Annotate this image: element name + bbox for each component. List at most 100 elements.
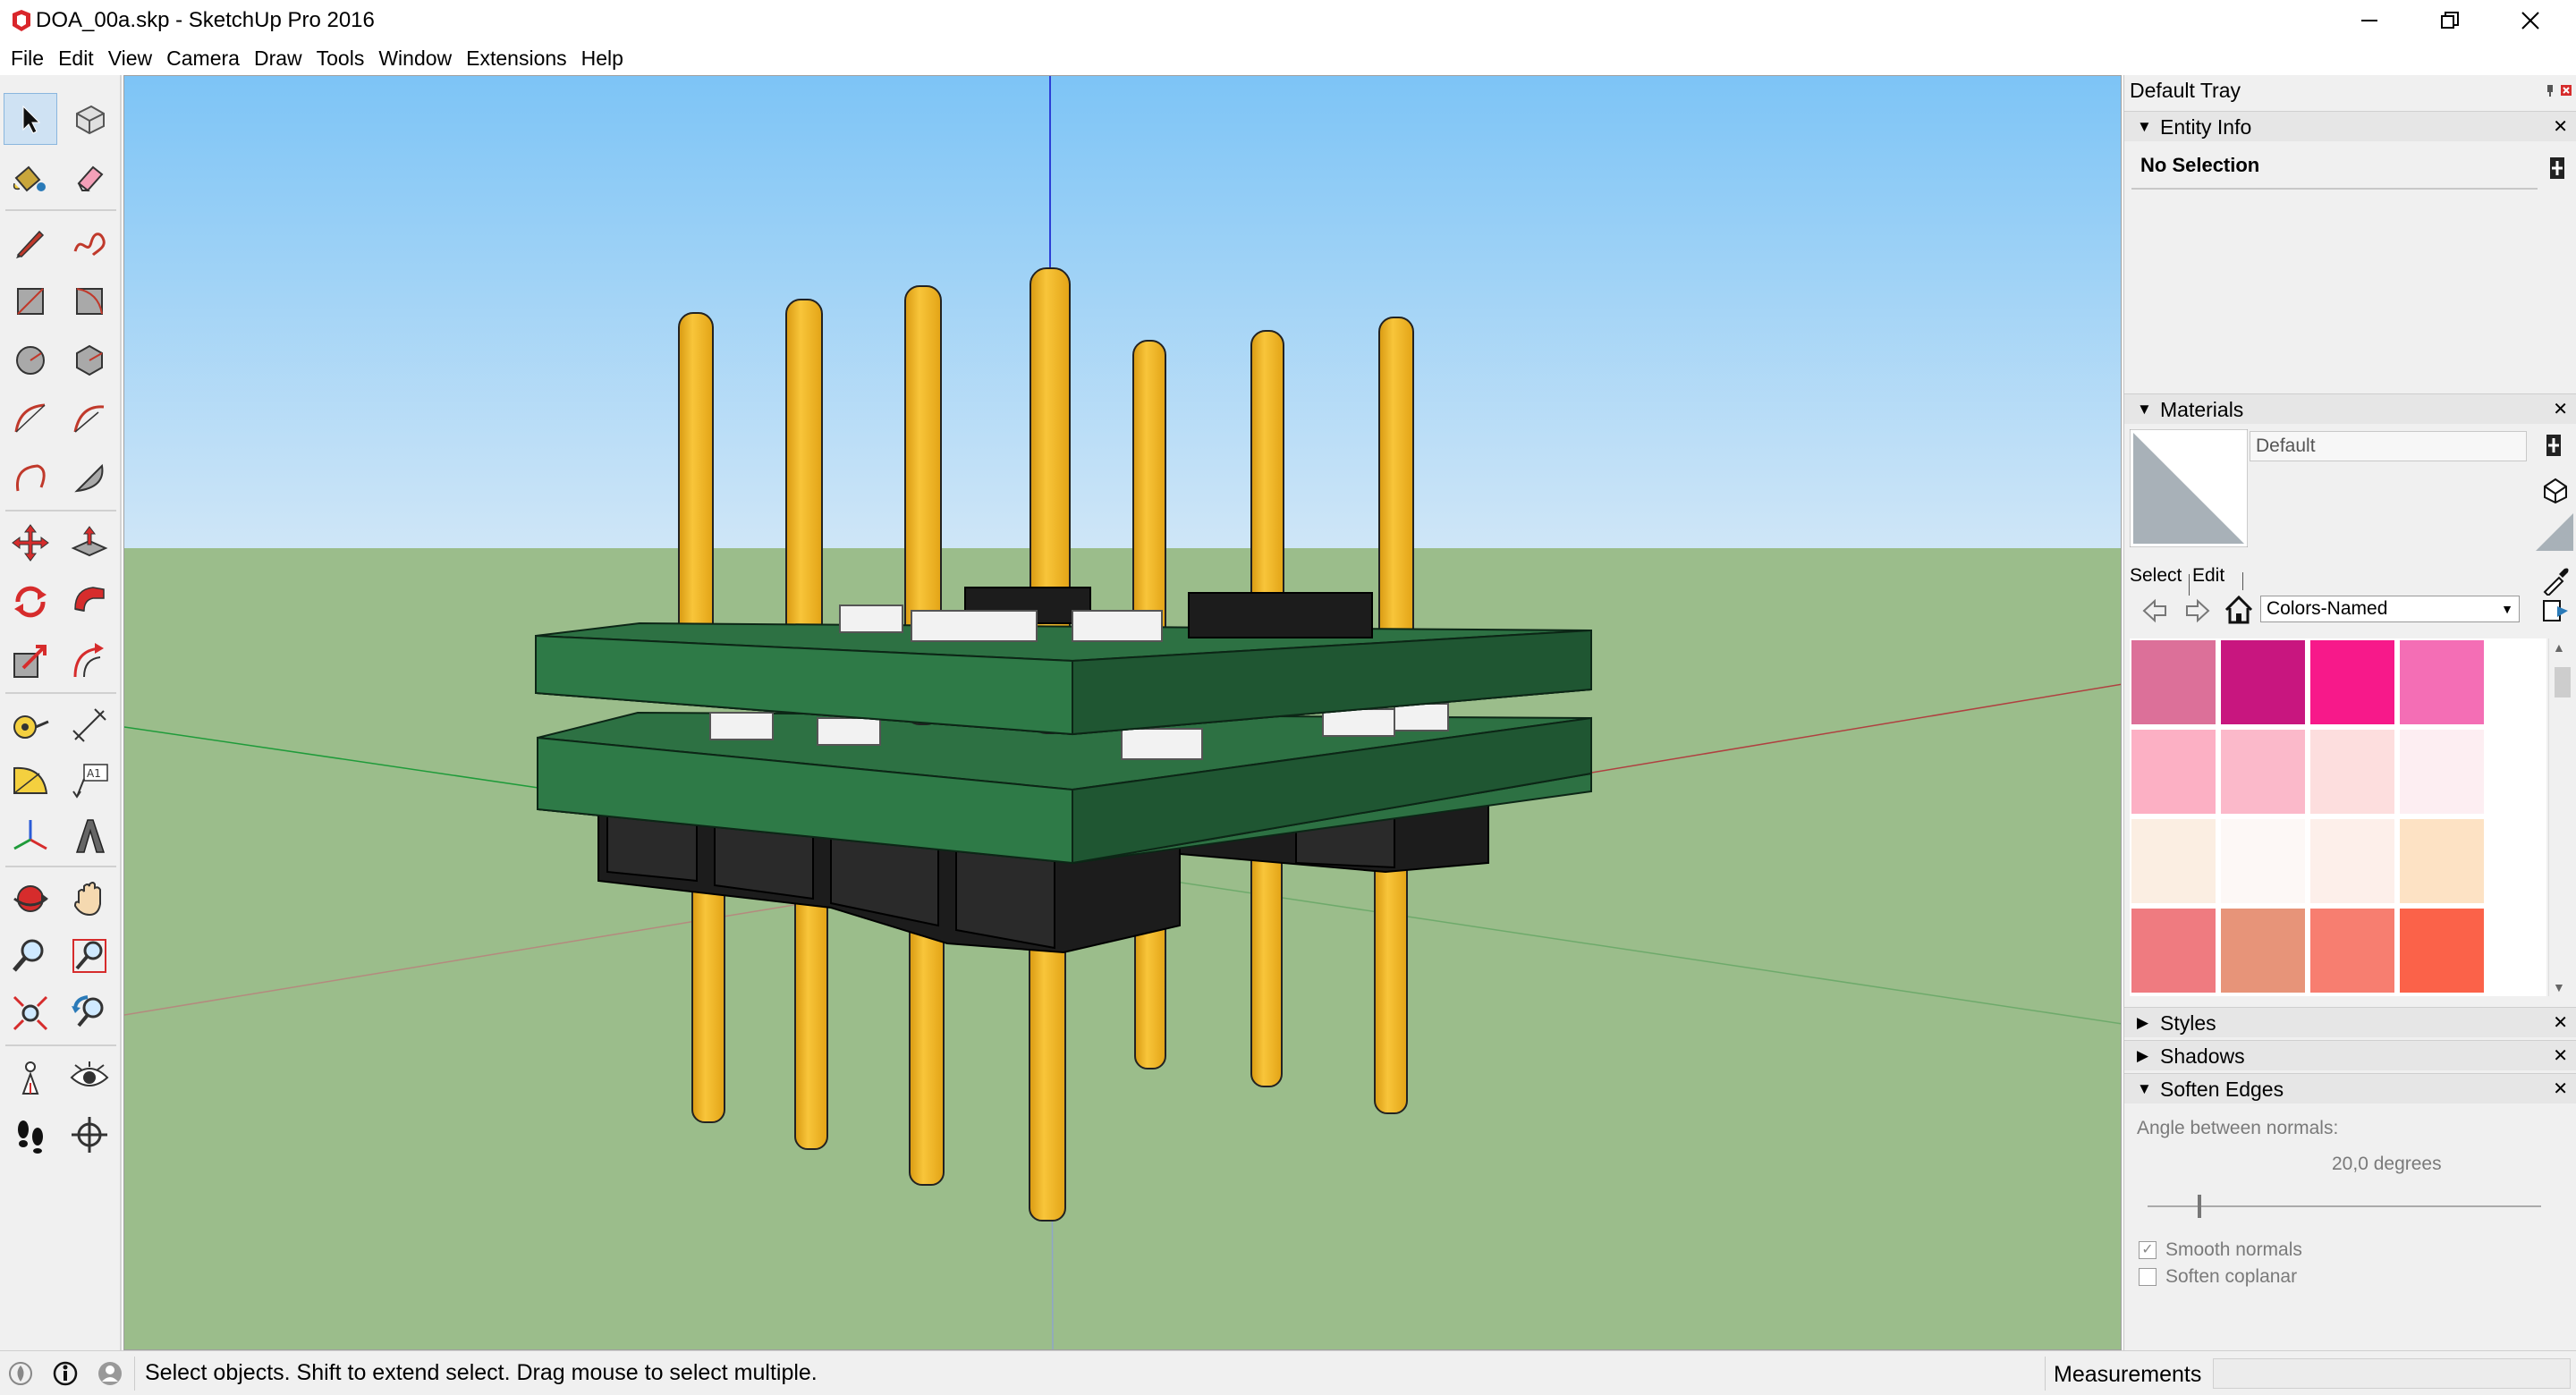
axes-tool-button[interactable]	[4, 810, 57, 862]
material-name-input[interactable]	[2250, 431, 2527, 461]
styles-panel-header[interactable]: ▶ Styles ✕	[2124, 1007, 2576, 1037]
close-panel-icon[interactable]: ✕	[2553, 394, 2568, 425]
soften-edges-panel-header[interactable]: ▼ Soften Edges ✕	[2124, 1073, 2576, 1103]
tape-measure-tool-button[interactable]	[4, 699, 57, 751]
position-camera-tool-button[interactable]	[4, 1052, 57, 1103]
walk-tool-button[interactable]	[4, 1109, 57, 1161]
material-library-select[interactable]: Colors-Named ▼	[2260, 596, 2520, 622]
orbit-tool-button[interactable]	[4, 873, 57, 925]
component-tool-button[interactable]	[63, 93, 116, 145]
eraser-tool-button[interactable]	[63, 152, 116, 204]
materials-panel-header[interactable]: ▼ Materials ✕	[2124, 393, 2576, 424]
angle-slider-handle[interactable]	[2198, 1195, 2201, 1218]
material-swatch[interactable]	[2131, 640, 2216, 724]
material-swatch[interactable]	[2310, 819, 2394, 903]
material-swatch[interactable]	[2131, 730, 2216, 814]
two-point-arc-tool-button[interactable]	[63, 393, 116, 445]
swatch-scrollbar[interactable]: ▲ ▼	[2548, 638, 2575, 996]
sample-paint-icon[interactable]	[2541, 476, 2570, 504]
back-arrow-icon[interactable]	[2142, 597, 2169, 624]
measurements-input[interactable]	[2213, 1358, 2571, 1389]
previous-view-tool-button[interactable]	[63, 987, 116, 1039]
pin-icon[interactable]	[2545, 84, 2555, 97]
material-swatch[interactable]	[2400, 730, 2484, 814]
menu-help[interactable]: Help	[574, 43, 631, 73]
smooth-normals-checkbox[interactable]: ✓	[2139, 1241, 2157, 1259]
scroll-up-icon[interactable]: ▲	[2553, 640, 2565, 655]
follow-me-tool-button[interactable]	[63, 576, 116, 628]
push-pull-tool-button[interactable]	[63, 517, 116, 569]
scroll-thumb[interactable]	[2555, 667, 2571, 698]
menu-view[interactable]: View	[101, 43, 159, 73]
restore-button[interactable]	[2410, 0, 2490, 41]
material-swatch[interactable]	[2400, 909, 2484, 993]
text-tool-button[interactable]: A1	[63, 755, 116, 807]
scroll-down-icon[interactable]: ▼	[2553, 980, 2565, 994]
polygon-tool-button[interactable]	[63, 334, 116, 386]
material-swatch[interactable]	[2221, 819, 2305, 903]
zoom-window-tool-button[interactable]	[63, 930, 116, 982]
close-button[interactable]	[2490, 0, 2571, 41]
select-tool-button[interactable]	[4, 93, 57, 145]
offset-tool-button[interactable]	[63, 635, 116, 687]
scale-tool-button[interactable]	[4, 635, 57, 687]
material-swatch[interactable]	[2221, 909, 2305, 993]
material-swatch[interactable]	[2131, 909, 2216, 993]
shadows-panel-header[interactable]: ▶ Shadows ✕	[2124, 1040, 2576, 1070]
move-tool-button[interactable]	[4, 517, 57, 569]
forward-arrow-icon[interactable]	[2183, 597, 2210, 624]
protractor-tool-button[interactable]	[4, 755, 57, 807]
paint-bucket-tool-button[interactable]	[4, 152, 57, 204]
material-swatch[interactable]	[2400, 819, 2484, 903]
dimension-tool-button[interactable]	[63, 699, 116, 751]
home-icon[interactable]	[2223, 594, 2255, 626]
menu-tools[interactable]: Tools	[309, 43, 372, 73]
material-swatch[interactable]	[2221, 730, 2305, 814]
geo-location-icon[interactable]	[7, 1360, 34, 1387]
menu-extensions[interactable]: Extensions	[459, 43, 574, 73]
rotated-rectangle-tool-button[interactable]	[63, 275, 116, 327]
pan-tool-button[interactable]	[63, 873, 116, 925]
close-panel-icon[interactable]: ✕	[2553, 1041, 2568, 1071]
rectangle-tool-button[interactable]	[4, 275, 57, 327]
material-swatch[interactable]	[2221, 640, 2305, 724]
look-around-tool-button[interactable]	[63, 1052, 116, 1103]
pie-tool-button[interactable]	[63, 452, 116, 504]
model-scene[interactable]	[124, 76, 2122, 1350]
freehand-tool-button[interactable]	[63, 216, 116, 268]
tray-close-icon[interactable]	[2561, 84, 2572, 97]
material-swatch[interactable]	[2131, 819, 2216, 903]
eyedropper-icon[interactable]	[2541, 565, 2572, 596]
3d-text-tool-button[interactable]	[63, 810, 116, 862]
create-material-icon[interactable]	[2543, 433, 2564, 458]
close-panel-icon[interactable]: ✕	[2553, 1074, 2568, 1104]
circle-tool-button[interactable]	[4, 334, 57, 386]
user-account-icon[interactable]	[97, 1360, 123, 1387]
section-plane-tool-button[interactable]	[63, 1109, 116, 1161]
menu-draw[interactable]: Draw	[247, 43, 309, 73]
menu-window[interactable]: Window	[371, 43, 459, 73]
angle-slider-track[interactable]	[2148, 1205, 2541, 1207]
minimize-button[interactable]	[2329, 0, 2410, 41]
zoom-tool-button[interactable]	[4, 930, 57, 982]
close-panel-icon[interactable]: ✕	[2553, 1008, 2568, 1038]
material-swatch[interactable]	[2310, 909, 2394, 993]
menu-edit[interactable]: Edit	[51, 43, 101, 73]
zoom-extents-tool-button[interactable]	[4, 987, 57, 1039]
soften-coplanar-checkbox[interactable]	[2139, 1268, 2157, 1286]
arc-tool-button[interactable]	[4, 393, 57, 445]
info-icon[interactable]	[52, 1360, 79, 1387]
materials-edit-tab[interactable]: Edit	[2192, 565, 2224, 587]
material-swatch[interactable]	[2400, 640, 2484, 724]
drawing-viewport[interactable]	[123, 75, 2122, 1350]
material-swatch[interactable]	[2310, 640, 2394, 724]
details-arrow-icon[interactable]	[2541, 596, 2572, 626]
entity-info-panel-header[interactable]: ▼ Entity Info ✕	[2124, 111, 2576, 141]
material-swatch[interactable]	[2310, 730, 2394, 814]
menu-camera[interactable]: Camera	[159, 43, 247, 73]
line-tool-button[interactable]	[4, 216, 57, 268]
close-panel-icon[interactable]: ✕	[2553, 112, 2568, 142]
rotate-tool-button[interactable]	[4, 576, 57, 628]
materials-select-tab[interactable]: Select	[2130, 565, 2182, 587]
menu-file[interactable]: File	[4, 43, 51, 73]
